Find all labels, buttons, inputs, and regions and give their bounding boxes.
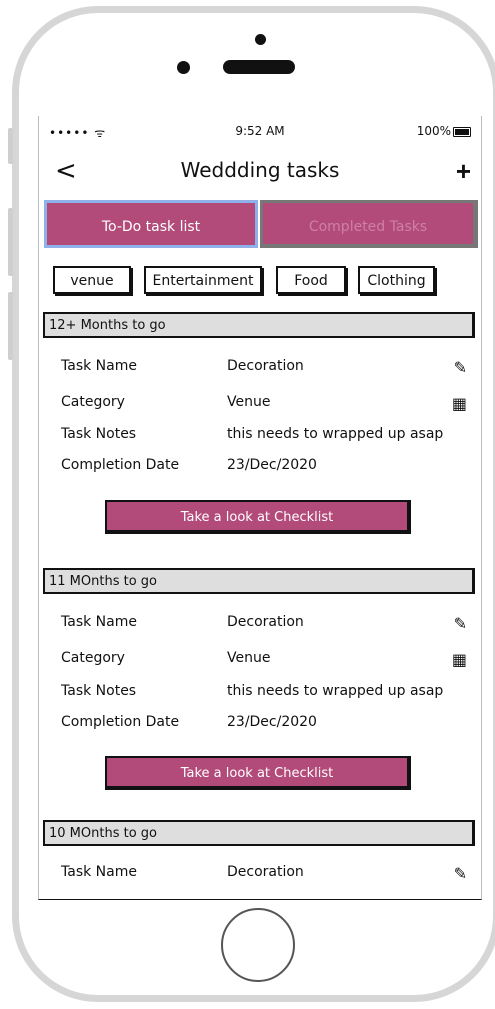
front-camera [255,34,266,45]
tab-completed[interactable]: Completed Tasks [260,200,478,248]
tab-todo[interactable]: To-Do task list [44,200,258,248]
filter-chip-food[interactable]: Food [276,266,346,294]
checklist-button[interactable]: Take a look at Checklist [105,756,411,790]
battery-percent: 100% [416,124,451,138]
pencil-icon[interactable]: ✎ [454,358,467,377]
section-header: 11 MOnths to go [43,568,475,594]
field-label: Task Notes [61,426,137,442]
volume-down-button [8,292,13,360]
calendar-icon[interactable]: ▦ [452,650,467,669]
field-row: Completion Date 23/Dec/2020 [39,714,481,736]
field-value: 23/Dec/2020 [227,457,317,473]
field-label: Category [61,650,125,666]
pencil-icon[interactable]: ✎ [454,614,467,633]
field-row: Task Name Decoration ✎ [39,614,481,636]
field-label: Completion Date [61,457,180,473]
field-label: Task Name [61,614,137,630]
battery-status: 100% [417,124,471,138]
pencil-icon[interactable]: ✎ [454,864,467,883]
field-label: Task Notes [61,683,137,699]
field-row: Task Notes this needs to wrapped up asap [39,683,481,705]
field-value: Decoration [227,864,304,880]
field-row: Task Name Decoration ✎ [39,358,481,380]
field-row: Completion Date 23/Dec/2020 [39,457,481,479]
field-row: Task Name Decoration ✎ [39,864,481,886]
status-time: 9:52 AM [235,124,285,138]
filter-chip-venue[interactable]: venue [53,266,131,294]
home-button[interactable] [221,908,295,982]
section-header: 10 MOnths to go [43,820,475,846]
field-value: Decoration [227,614,304,630]
app-screen: ••••• ᯤ 9:52 AM 100% < Weddding tasks + … [38,116,482,900]
add-task-button[interactable]: + [456,154,471,188]
field-value: 23/Dec/2020 [227,714,317,730]
filter-chip-clothing[interactable]: Clothing [358,266,435,294]
field-value: Venue [227,394,271,410]
mute-switch [8,128,13,164]
battery-icon [453,126,471,137]
field-row: Task Notes this needs to wrapped up asap [39,426,481,448]
field-label: Task Name [61,358,137,374]
field-row: Category Venue ▦ [39,650,481,672]
field-label: Category [61,394,125,410]
volume-up-button [8,208,13,276]
field-value: this needs to wrapped up asap [227,683,444,699]
section-header: 12+ Months to go [43,312,475,338]
checklist-button[interactable]: Take a look at Checklist [105,500,411,534]
earpiece-speaker [223,60,295,74]
field-value: this needs to wrapped up asap [227,426,444,442]
page-title: Weddding tasks [180,158,340,182]
filter-chip-entertainment[interactable]: Entertainment [144,266,262,294]
nav-bar: < Weddding tasks + [39,154,481,190]
field-label: Task Name [61,864,137,880]
field-row: Category Venue ▦ [39,394,481,416]
field-value: Decoration [227,358,304,374]
proximity-sensor [177,61,190,74]
field-value: Venue [227,650,271,666]
field-label: Completion Date [61,714,180,730]
calendar-icon[interactable]: ▦ [452,394,467,413]
